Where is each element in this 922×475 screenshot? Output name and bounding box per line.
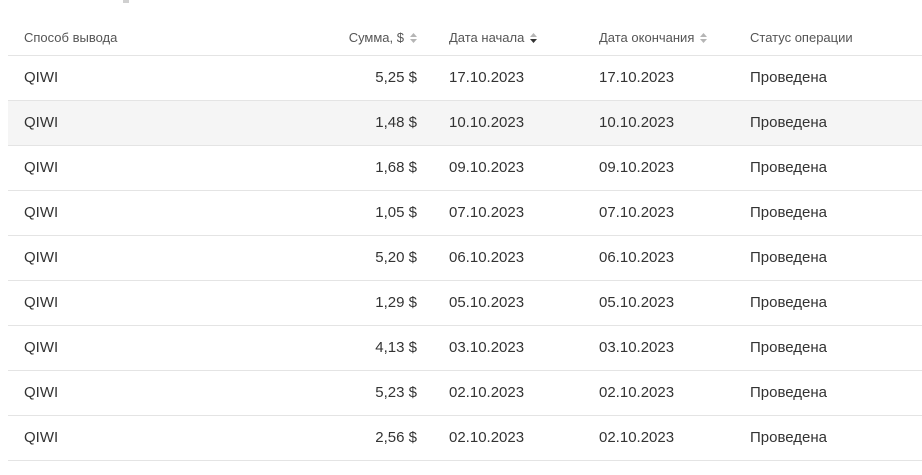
column-header-status-label: Статус операции bbox=[750, 30, 853, 45]
cell-status: Проведена bbox=[750, 249, 827, 266]
cell-end-date: 07.10.2023 bbox=[599, 204, 675, 221]
table-header: Способ вывода Сумма, $ Дата начала Дата … bbox=[8, 20, 922, 56]
cell-amount: 4,13 $ bbox=[375, 339, 417, 356]
cell-start-date: 02.10.2023 bbox=[449, 384, 525, 401]
column-header-status: Статус операции bbox=[750, 20, 853, 55]
cell-end-date: 05.10.2023 bbox=[599, 294, 675, 311]
cell-end-date: 06.10.2023 bbox=[599, 249, 675, 266]
cell-end-date: 02.10.2023 bbox=[599, 384, 675, 401]
column-header-amount[interactable]: Сумма, $ bbox=[349, 20, 417, 55]
cell-status: Проведена bbox=[750, 294, 827, 311]
cell-amount: 5,20 $ bbox=[375, 249, 417, 266]
sort-descending-icon[interactable] bbox=[530, 32, 538, 43]
cell-status: Проведена bbox=[750, 339, 827, 356]
table-row[interactable]: QIWI 1,68 $ 09.10.2023 09.10.2023 Провед… bbox=[8, 146, 922, 191]
cell-amount: 2,56 $ bbox=[375, 429, 417, 446]
withdrawals-table: Способ вывода Сумма, $ Дата начала Дата … bbox=[8, 20, 922, 461]
column-header-end-date[interactable]: Дата окончания bbox=[599, 20, 708, 55]
cell-method: QIWI bbox=[24, 294, 59, 311]
sort-both-icon[interactable] bbox=[410, 32, 417, 43]
table-row[interactable]: QIWI 1,29 $ 05.10.2023 05.10.2023 Провед… bbox=[8, 281, 922, 326]
column-header-amount-label: Сумма, $ bbox=[348, 30, 404, 45]
cell-method: QIWI bbox=[24, 339, 59, 356]
cell-method: QIWI bbox=[24, 159, 59, 176]
cell-amount: 1,48 $ bbox=[375, 114, 417, 131]
cell-start-date: 09.10.2023 bbox=[449, 159, 525, 176]
sort-both-icon[interactable] bbox=[700, 32, 708, 43]
cell-status: Проведена bbox=[750, 69, 827, 86]
cell-end-date: 02.10.2023 bbox=[599, 429, 675, 446]
cell-amount: 1,29 $ bbox=[375, 294, 417, 311]
cell-amount: 1,68 $ bbox=[375, 159, 417, 176]
table-row[interactable]: QIWI 5,23 $ 02.10.2023 02.10.2023 Провед… bbox=[8, 371, 922, 416]
cell-start-date: 06.10.2023 bbox=[449, 249, 525, 266]
cell-start-date: 02.10.2023 bbox=[449, 429, 525, 446]
column-header-start-date-label: Дата начала bbox=[449, 30, 525, 45]
cell-method: QIWI bbox=[24, 69, 59, 86]
cell-method: QIWI bbox=[24, 249, 59, 266]
cell-end-date: 09.10.2023 bbox=[599, 159, 675, 176]
table-row-hovered[interactable]: QIWI 1,48 $ 10.10.2023 10.10.2023 Провед… bbox=[8, 101, 922, 146]
cell-start-date: 03.10.2023 bbox=[449, 339, 525, 356]
cell-start-date: 17.10.2023 bbox=[449, 69, 525, 86]
table-row[interactable]: QIWI 2,56 $ 02.10.2023 02.10.2023 Провед… bbox=[8, 416, 922, 461]
cell-amount: 1,05 $ bbox=[375, 204, 417, 221]
cell-method: QIWI bbox=[24, 384, 59, 401]
table-row[interactable]: QIWI 4,13 $ 03.10.2023 03.10.2023 Провед… bbox=[8, 326, 922, 371]
cell-status: Проведена bbox=[750, 114, 827, 131]
cell-status: Проведена bbox=[750, 384, 827, 401]
cell-amount: 5,25 $ bbox=[375, 69, 417, 86]
table-row[interactable]: QIWI 1,05 $ 07.10.2023 07.10.2023 Провед… bbox=[8, 191, 922, 236]
cell-status: Проведена bbox=[750, 159, 827, 176]
cell-start-date: 07.10.2023 bbox=[449, 204, 525, 221]
cell-method: QIWI bbox=[24, 204, 59, 221]
table-row[interactable]: QIWI 5,20 $ 06.10.2023 06.10.2023 Провед… bbox=[8, 236, 922, 281]
cell-method: QIWI bbox=[24, 429, 59, 446]
cell-end-date: 10.10.2023 bbox=[599, 114, 675, 131]
column-header-method: Способ вывода bbox=[24, 20, 117, 55]
cell-start-date: 05.10.2023 bbox=[449, 294, 525, 311]
cell-status: Проведена bbox=[750, 429, 827, 446]
table-row[interactable]: QIWI 5,25 $ 17.10.2023 17.10.2023 Провед… bbox=[8, 56, 922, 101]
cell-method: QIWI bbox=[24, 114, 59, 131]
cell-status: Проведена bbox=[750, 204, 827, 221]
table-body: QIWI 5,25 $ 17.10.2023 17.10.2023 Провед… bbox=[8, 56, 922, 461]
column-header-method-label: Способ вывода bbox=[24, 30, 118, 45]
cell-end-date: 17.10.2023 bbox=[599, 69, 675, 86]
cell-start-date: 10.10.2023 bbox=[449, 114, 525, 131]
cell-end-date: 03.10.2023 bbox=[599, 339, 675, 356]
cell-amount: 5,23 $ bbox=[375, 384, 417, 401]
column-header-end-date-label: Дата окончания bbox=[599, 30, 695, 45]
scroll-edge-mark bbox=[123, 0, 129, 3]
column-header-start-date[interactable]: Дата начала bbox=[449, 20, 538, 55]
